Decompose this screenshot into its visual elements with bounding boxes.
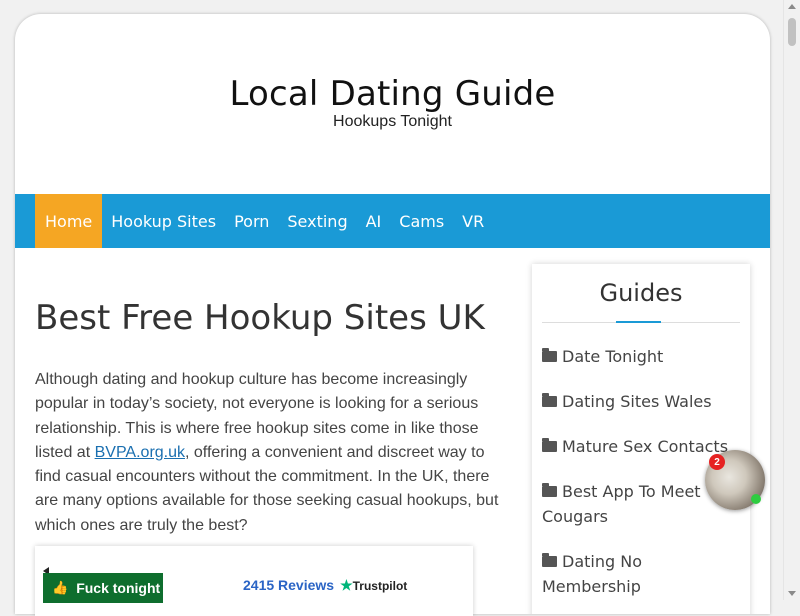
guide-item-label: Dating Sites Wales (562, 392, 712, 411)
folder-open-icon (542, 438, 557, 452)
folder-open-icon (542, 393, 557, 407)
scroll-up-arrow-icon[interactable] (788, 4, 796, 9)
sidebar-title-underline (616, 321, 661, 323)
fuck-tonight-button[interactable]: 👍 Fuck tonight (43, 573, 163, 603)
nav-item-cams[interactable]: Cams (390, 194, 453, 248)
guide-item-date-tonight[interactable]: Date Tonight (542, 344, 742, 369)
trustpilot-reviews[interactable]: 2415 Reviews ★Trustpilot (243, 577, 407, 594)
page-container: Local Dating Guide Hookups Tonight Home … (15, 14, 770, 614)
site-title[interactable]: Local Dating Guide (15, 74, 770, 114)
nav-item-ai[interactable]: AI (357, 194, 391, 248)
thumbs-up-icon: 👍 (52, 580, 69, 595)
site-tagline: Hookups Tonight (333, 113, 452, 130)
folder-open-icon (542, 348, 557, 362)
nav-item-vr[interactable]: VR (453, 194, 493, 248)
guide-item-label: Best App To Meet Cougars (542, 482, 701, 526)
guide-item-dating-no-membership[interactable]: Dating No Membership (542, 549, 742, 599)
nav-item-home[interactable]: Home (35, 194, 103, 248)
bvpa-link[interactable]: BVPA.org.uk (95, 444, 185, 461)
trustpilot-star-icon: ★ (340, 577, 353, 593)
article-intro: Although dating and hookup culture has b… (35, 368, 505, 538)
cta-label: Fuck tonight (76, 580, 161, 596)
site-header: Local Dating Guide Hookups Tonight (15, 14, 770, 194)
folder-open-icon (542, 483, 557, 497)
page-scrollbar[interactable] (783, 0, 800, 600)
article-title: Best Free Hookup Sites UK (35, 298, 485, 338)
scroll-down-arrow-icon[interactable] (788, 591, 796, 596)
review-count: 2415 Reviews (243, 577, 335, 593)
nav-item-sexting[interactable]: Sexting (278, 194, 356, 248)
guide-item-label: Mature Sex Contacts (562, 437, 729, 456)
notification-badge: 2 (709, 454, 725, 470)
online-status-dot (751, 494, 761, 504)
guides-sidebar: Guides Date Tonight Dating Sites Wales M… (532, 264, 750, 614)
scroll-thumb[interactable] (788, 18, 796, 46)
trustpilot-brand: Trustpilot (352, 579, 408, 593)
folder-open-icon (542, 553, 557, 567)
guide-item-dating-sites-wales[interactable]: Dating Sites Wales (542, 389, 742, 414)
nav-item-hookup-sites[interactable]: Hookup Sites (102, 194, 225, 248)
nav-item-porn[interactable]: Porn (225, 194, 278, 248)
sidebar-title: Guides (599, 279, 683, 307)
main-nav: Home Hookup Sites Porn Sexting AI Cams V… (15, 194, 770, 248)
guide-item-label: Date Tonight (562, 347, 664, 366)
